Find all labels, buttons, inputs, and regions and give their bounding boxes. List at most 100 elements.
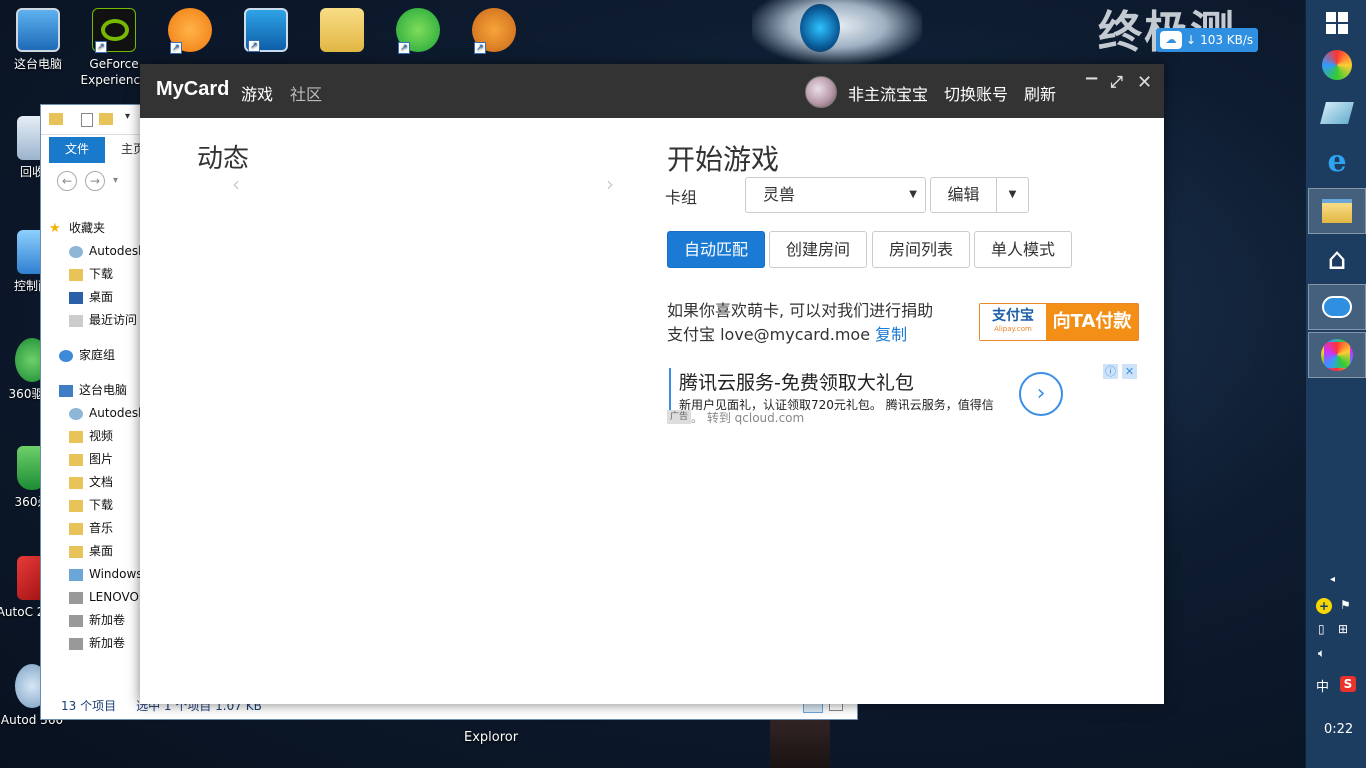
create-room-button[interactable]: 创建房间: [769, 231, 867, 268]
taskbar-app-file-explorer[interactable]: [1308, 188, 1366, 234]
alipay-pay-button[interactable]: 支付宝 Alipay.com 向TA付款: [979, 303, 1139, 341]
forward-icon[interactable]: →: [85, 171, 105, 191]
edit-deck-button[interactable]: 编辑: [930, 177, 997, 213]
show-hidden-icons-icon[interactable]: ◂: [1330, 574, 1335, 585]
quick-access-dropdown-icon[interactable]: ▾: [125, 111, 130, 122]
taskbar-app-mycard[interactable]: [1308, 332, 1366, 378]
desktop-icon-yy[interactable]: ↗: [456, 8, 532, 56]
drive-icon: [69, 637, 83, 650]
ad-accent-bar: [669, 368, 671, 412]
nav-games[interactable]: 游戏: [241, 81, 273, 105]
nav-item[interactable]: 新加卷: [49, 632, 141, 655]
desktop-icon-label-exploror[interactable]: Exploror: [464, 730, 518, 745]
user-name[interactable]: 非主流宝宝: [848, 81, 928, 105]
switch-account-link[interactable]: 切换账号: [944, 81, 1008, 105]
maximize-icon[interactable]: ⤢: [1110, 72, 1123, 92]
homegroup-icon: [59, 349, 73, 362]
network-icon[interactable]: ⊞: [1338, 622, 1348, 636]
nav-item[interactable]: Windows: [49, 563, 141, 586]
desktop-icon-this-pc[interactable]: 这台电脑: [0, 8, 76, 72]
auto-match-button[interactable]: 自动匹配: [667, 231, 765, 268]
desktop-icon-360-browser[interactable]: ↗: [380, 8, 456, 56]
desktop-folder-icon: [69, 545, 83, 558]
mycard-header[interactable]: MyCard 游戏 社区 非主流宝宝 切换账号 刷新 − ⤢ ✕: [140, 64, 1164, 118]
start-button[interactable]: [1308, 0, 1366, 46]
properties-icon[interactable]: [81, 113, 93, 127]
nav-item-homegroup[interactable]: 家庭组: [49, 344, 141, 367]
nav-item[interactable]: 桌面: [49, 286, 141, 309]
wallpaper-character-eye: [800, 4, 840, 52]
nav-item[interactable]: 新加卷: [49, 609, 141, 632]
flag-icon[interactable]: ⚑: [1340, 598, 1351, 612]
nav-item[interactable]: 下载: [49, 263, 141, 286]
chevron-right-icon[interactable]: ›: [1019, 372, 1063, 416]
carousel-prev-icon[interactable]: ‹: [232, 172, 240, 196]
nav-item-favorites[interactable]: ★ 收藏夹: [49, 217, 141, 240]
intel-icon: ↗: [244, 8, 288, 52]
item-count: 13 个项目: [61, 699, 117, 713]
donate-info: 如果你喜欢萌卡, 可以对我们进行捐助 支付宝 love@mycard.moe 复…: [667, 299, 933, 347]
desktop-icon-intel[interactable]: ↗: [228, 8, 304, 56]
new-folder-icon[interactable]: [99, 113, 113, 125]
desktop-icon-folder[interactable]: [304, 8, 380, 56]
copy-link[interactable]: 复制: [875, 325, 907, 344]
deck-select[interactable]: 灵兽 ▼: [745, 177, 926, 213]
refresh-link[interactable]: 刷新: [1024, 81, 1056, 105]
taskbar-app-eraser[interactable]: [1308, 90, 1366, 136]
volume-icon[interactable]: 🔈︎: [1318, 646, 1325, 661]
cloud-icon: ☁: [1160, 31, 1182, 49]
nav-item[interactable]: LENOVO: [49, 586, 141, 609]
deck-selected-value: 灵兽: [763, 185, 796, 204]
add-tray-icon[interactable]: +: [1316, 598, 1332, 614]
taskbar-app-360[interactable]: [1308, 42, 1366, 88]
ribbon-tab-file[interactable]: 文件: [49, 137, 105, 163]
document-folder-icon: [69, 476, 83, 489]
sogou-ime-icon[interactable]: S: [1340, 676, 1356, 692]
ad-banner[interactable]: 腾讯云服务-免费领取大礼包 新用户见面礼，认证领取720元礼包。 腾讯云服务，值…: [667, 364, 1137, 430]
close-icon[interactable]: ✕: [1137, 72, 1152, 93]
home-icon: ⌂: [1327, 241, 1347, 277]
room-list-button[interactable]: 房间列表: [872, 231, 970, 268]
ad-title[interactable]: 腾讯云服务-免费领取大礼包: [679, 368, 914, 395]
edit-dropdown-button[interactable]: ▼: [996, 177, 1029, 213]
donate-line-1: 如果你喜欢萌卡, 可以对我们进行捐助: [667, 301, 934, 320]
close-icon[interactable]: ✕: [1122, 364, 1137, 379]
nav-item-this-pc[interactable]: 这台电脑: [49, 379, 141, 402]
desktop-icon-app-store[interactable]: ↗: [152, 8, 228, 56]
taskbar-app-baidu-cloud[interactable]: [1308, 284, 1366, 330]
brand-logo[interactable]: MyCard: [156, 78, 229, 101]
speed-value: 103 KB/s: [1200, 33, 1254, 47]
nav-item[interactable]: 视频: [49, 425, 141, 448]
ad-url[interactable]: 赖。 转到 qcloud.com: [679, 409, 804, 426]
mycard-content: 动态 ‹ › 开始游戏 卡组 灵兽 ▼ 编辑 ▼ 自动匹配 创建房间 房间列表 …: [140, 118, 1164, 704]
ime-indicator[interactable]: 中: [1316, 676, 1329, 695]
single-mode-button[interactable]: 单人模式: [974, 231, 1072, 268]
avatar[interactable]: [805, 76, 837, 108]
nav-item[interactable]: 图片: [49, 448, 141, 471]
back-icon[interactable]: ←: [57, 171, 77, 191]
nav-item[interactable]: 最近访问: [49, 309, 141, 332]
network-speed-widget[interactable]: ☁ ↓ 103 KB/s: [1156, 28, 1258, 52]
nav-item[interactable]: 桌面: [49, 540, 141, 563]
taskbar-app-home[interactable]: ⌂: [1308, 236, 1366, 282]
nav-item[interactable]: Autodesk: [49, 240, 141, 263]
nav-item[interactable]: 文档: [49, 471, 141, 494]
recent-dropdown-icon[interactable]: ▾: [113, 171, 118, 191]
nav-item[interactable]: 音乐: [49, 517, 141, 540]
picture-folder-icon: [69, 453, 83, 466]
shortcut-arrow-icon: ↗: [398, 42, 410, 54]
nav-item[interactable]: Autodesk: [49, 402, 141, 425]
shortcut-arrow-icon: ↗: [95, 41, 107, 53]
start-game-heading: 开始游戏: [667, 143, 780, 176]
taskbar-app-ie[interactable]: e: [1308, 138, 1366, 184]
cloud-icon: [1322, 296, 1352, 318]
battery-icon[interactable]: ▯: [1318, 622, 1325, 636]
nav-item[interactable]: 下载: [49, 494, 141, 517]
clock[interactable]: 0:22: [1324, 722, 1353, 737]
alipay-logo: 支付宝 Alipay.com: [980, 304, 1046, 340]
folder-download-icon: [69, 268, 83, 281]
minimize-icon[interactable]: −: [1084, 68, 1099, 89]
nav-community[interactable]: 社区: [290, 81, 322, 105]
carousel-next-icon[interactable]: ›: [606, 172, 614, 196]
info-icon[interactable]: ⓘ: [1103, 364, 1118, 379]
